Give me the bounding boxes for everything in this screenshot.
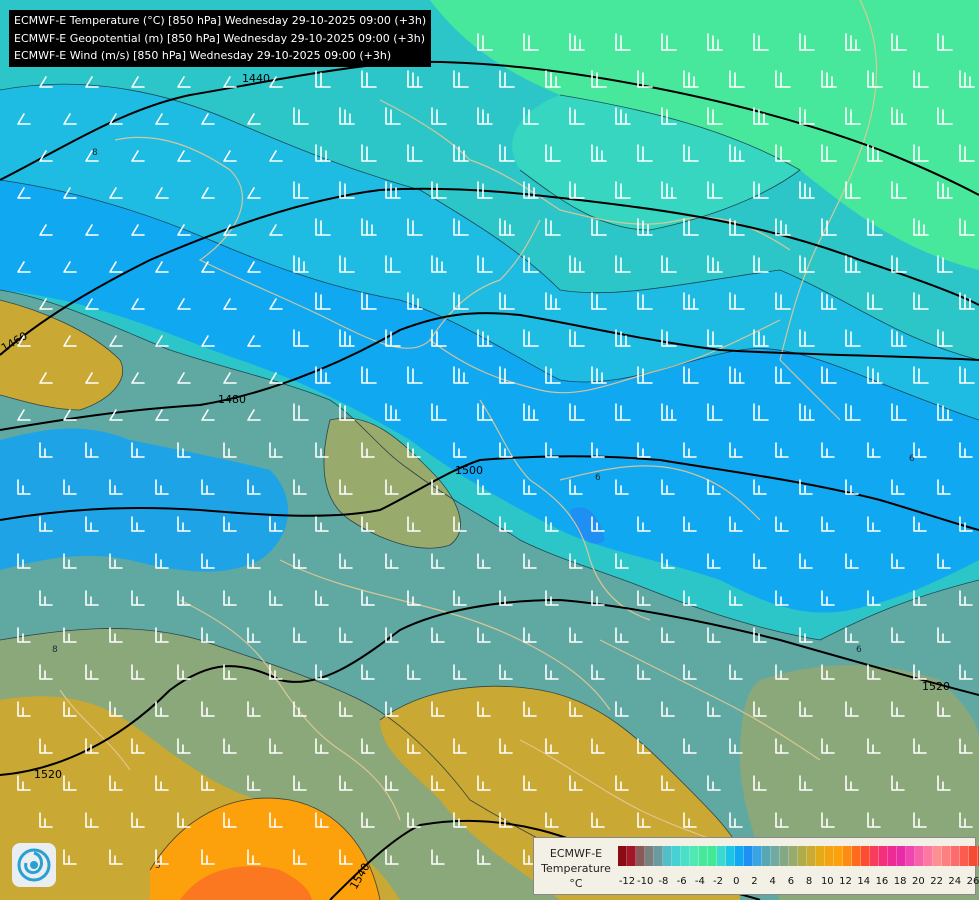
legend-swatch (816, 846, 825, 866)
legend-tick: -8 (658, 876, 669, 887)
legend-swatch (771, 846, 780, 866)
legend-tick: 2 (751, 876, 758, 887)
legend-swatch (780, 846, 789, 866)
legend-tick: -4 (694, 876, 705, 887)
legend-swatch (681, 846, 690, 866)
legend-swatch (933, 846, 942, 866)
legend-swatch (879, 846, 888, 866)
legend-tick: 22 (930, 876, 943, 887)
legend-swatch (888, 846, 897, 866)
legend-tick: 4 (769, 876, 776, 887)
legend-swatch (870, 846, 879, 866)
legend-swatch (807, 846, 816, 866)
legend-swatch (753, 846, 762, 866)
legend-swatch (969, 846, 978, 866)
weather-map: 1440 1460 1480 1500 1520 1520 1540 8 6 8… (0, 0, 979, 900)
legend-swatch (825, 846, 834, 866)
legend-tick: 16 (875, 876, 889, 887)
legend-swatch (717, 846, 726, 866)
legend-swatch (834, 846, 843, 866)
legend-tick: -2 (713, 876, 724, 887)
legend-tick: 20 (911, 876, 925, 887)
legend-swatch (960, 846, 969, 866)
legend-swatch (861, 846, 870, 866)
legend-swatch (672, 846, 681, 866)
temperature-fields (0, 0, 979, 900)
title-line-temperature: ECMWF-E Temperature (°C) [850 hPa] Wedne… (14, 14, 427, 27)
legend-tick: 18 (893, 876, 907, 887)
isotherm-label: 8 (92, 148, 98, 158)
legend-title-variable: Temperature (541, 862, 611, 875)
legend-tick: 8 (805, 876, 813, 887)
swirl-logo-icon (17, 848, 51, 882)
legend-title-model: ECMWF-E (549, 847, 603, 860)
legend-tick: -6 (676, 876, 687, 887)
legend-tick: 24 (948, 876, 962, 887)
legend-tick: -12 (618, 876, 636, 887)
legend-tick: 10 (820, 876, 834, 887)
legend-swatch (951, 846, 960, 866)
isohypse-label-1480: 1480 (218, 393, 246, 406)
legend-swatch (762, 846, 771, 866)
legend-tick-labels: -12 -10 -8 -6 -4 -2 0 2 4 6 8 10 12 14 16 18 20 22 24 26 (612, 876, 979, 890)
legend-tick: 6 (787, 876, 795, 887)
isohypse-label-1520-west: 1520 (34, 768, 62, 781)
legend-tick: -10 (637, 876, 654, 887)
legend-swatch (942, 846, 951, 866)
legend-swatch (852, 846, 861, 866)
legend-swatch (690, 846, 699, 866)
legend-swatch (645, 846, 654, 866)
legend-swatch (798, 846, 807, 866)
legend-tick: 14 (857, 876, 871, 887)
legend-swatch (726, 846, 735, 866)
legend-swatch (789, 846, 798, 866)
isotherm-label: 8 (52, 645, 58, 655)
provider-logo (12, 843, 56, 887)
isohypse-label-1500: 1500 (455, 464, 483, 477)
legend-swatch (744, 846, 753, 866)
legend-swatch (663, 846, 672, 866)
legend-swatch (897, 846, 906, 866)
legend-swatch (843, 846, 852, 866)
legend-tick: 26 (966, 876, 979, 887)
map-canvas: 1440 1460 1480 1500 1520 1520 1540 8 6 8… (0, 0, 979, 900)
legend-tick: 0 (733, 876, 740, 887)
legend-swatch (708, 846, 717, 866)
legend-swatch (654, 846, 663, 866)
map-title-box: ECMWF-E Temperature (°C) [850 hPa] Wedne… (9, 10, 431, 67)
legend-unit: °C (569, 877, 583, 890)
title-line-geopotential: ECMWF-E Geopotential (m) [850 hPa] Wedne… (14, 31, 425, 45)
isohypse-label-1440: 1440 (242, 72, 270, 85)
legend-title: ECMWF-E Temperature °C (536, 846, 616, 891)
legend-swatch (618, 846, 627, 866)
isotherm-label: 6 (595, 473, 601, 483)
isohypse-label-1520-east: 1520 (922, 680, 950, 693)
legend-tick: 12 (839, 876, 852, 887)
legend-swatch (699, 846, 708, 866)
legend-swatch (735, 846, 744, 866)
legend-swatch (627, 846, 636, 866)
legend-swatch (636, 846, 645, 866)
isotherm-label: 6 (856, 645, 862, 655)
temperature-legend: ECMWF-E Temperature °C -12 -10 -8 -6 -4 -2 0 2 4… (533, 837, 979, 895)
legend-swatch (906, 846, 915, 866)
title-line-wind: ECMWF-E Wind (m/s) [850 hPa] Wednesday 2… (14, 49, 392, 62)
legend-swatch (924, 846, 933, 866)
legend-color-bar (618, 846, 979, 866)
legend-swatch (915, 846, 924, 866)
